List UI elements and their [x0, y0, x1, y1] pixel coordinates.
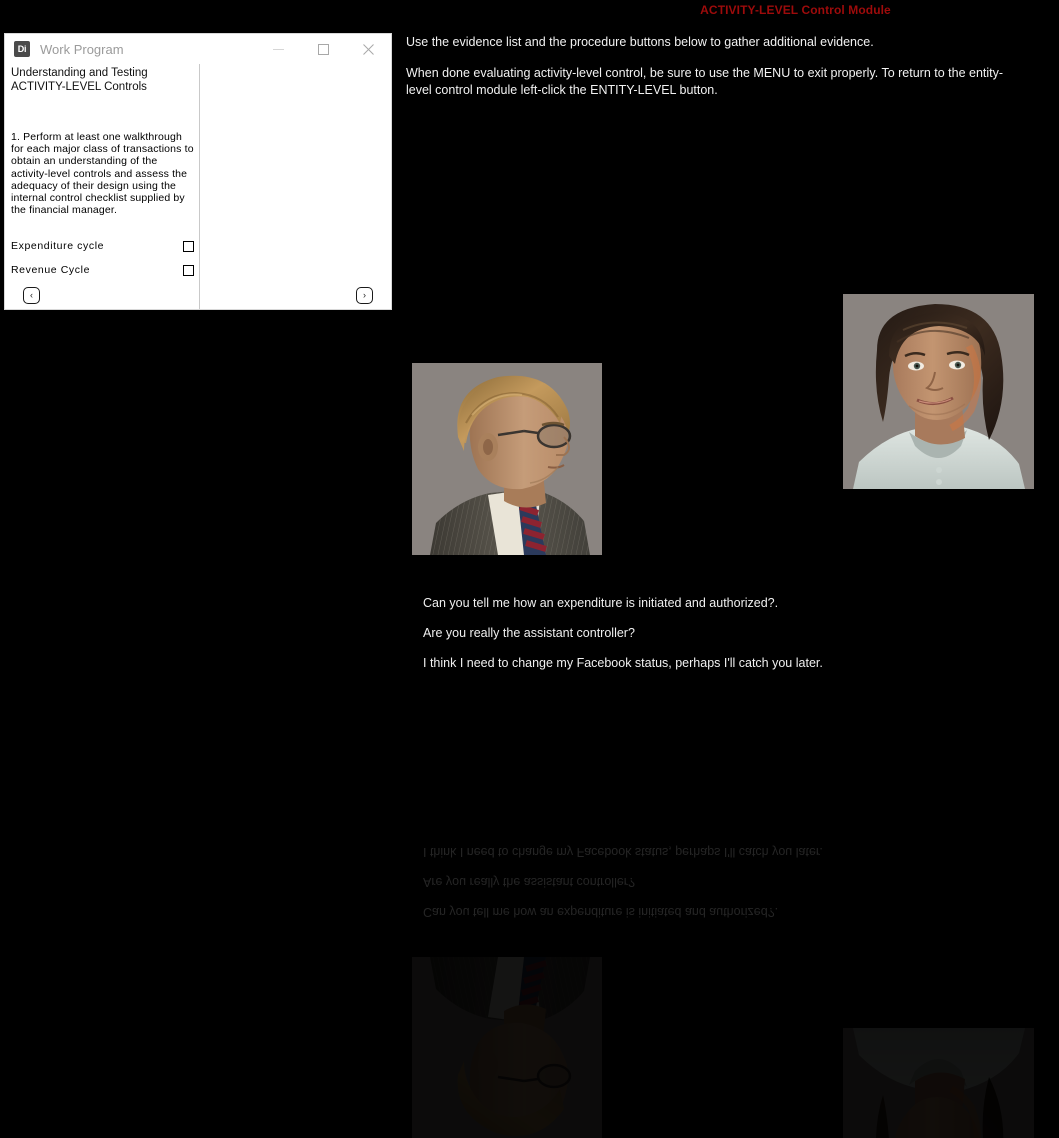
- page-title-text: ACTIVITY-LEVEL Control Module: [700, 3, 891, 17]
- checkbox-revenue-cycle[interactable]: [183, 264, 194, 276]
- dialogue-option-3[interactable]: I think I need to change my Facebook sta…: [423, 656, 853, 671]
- checklist-label-expenditure-cycle: Expenditure cycle: [11, 240, 105, 252]
- work-program-left-pane: Understanding and Testing ACTIVITY-LEVEL…: [5, 64, 200, 309]
- dialogue-option-3-reflection: I think I need to change my Facebook sta…: [423, 845, 823, 859]
- minimize-icon[interactable]: [256, 34, 301, 64]
- portrait-assistant-controller-male-reflection: [412, 957, 602, 1138]
- window-body: Understanding and Testing ACTIVITY-LEVEL…: [5, 64, 391, 309]
- step-number: 1.: [11, 131, 21, 143]
- instructions-block: Use the evidence list and the procedure …: [406, 34, 1024, 99]
- work-program-window[interactable]: Di Work Program Understanding and Testin…: [4, 33, 392, 310]
- dialogue-options-list: Can you tell me how an expenditure is in…: [423, 596, 853, 671]
- previous-page-button[interactable]: ‹: [23, 287, 40, 304]
- dialogue-option-2-reflection: Are you really the assistant controller?: [423, 875, 635, 889]
- close-icon[interactable]: [346, 34, 391, 64]
- director-app-icon: Di: [14, 41, 30, 57]
- maximize-icon[interactable]: [301, 34, 346, 64]
- portrait-assistant-controller-male[interactable]: [412, 363, 602, 555]
- instruction-paragraph-2: When done evaluating activity-level cont…: [406, 66, 1004, 97]
- instruction-paragraph-1: Use the evidence list and the procedure …: [406, 35, 874, 49]
- window-title: Work Program: [40, 41, 124, 57]
- checkbox-expenditure-cycle[interactable]: [183, 240, 194, 252]
- checklist-item-expenditure-cycle[interactable]: Expenditure cycle: [11, 240, 194, 252]
- heading-line-1: Understanding and Testing: [11, 67, 148, 79]
- reflection-inner-male: [412, 957, 602, 1138]
- dialogue-option-2[interactable]: Are you really the assistant controller?: [423, 626, 853, 641]
- dialogue-option-1[interactable]: Can you tell me how an expenditure is in…: [423, 596, 853, 611]
- checklist-item-revenue-cycle[interactable]: Revenue Cycle: [11, 264, 194, 276]
- reflection-inner-female: [843, 1028, 1034, 1138]
- window-controls: [256, 34, 391, 64]
- work-program-step: 1. Perform at least one walkthrough for …: [11, 131, 197, 216]
- portrait-employee-female-reflection: [843, 1028, 1034, 1138]
- window-title-bar[interactable]: Di Work Program: [5, 34, 391, 64]
- work-program-heading: Understanding and Testing ACTIVITY-LEVEL…: [11, 66, 193, 94]
- checklist-label-revenue-cycle: Revenue Cycle: [11, 264, 91, 276]
- dialogue-options-reflection: Can you tell me how an expenditure is in…: [423, 844, 853, 919]
- step-text: Perform at least one walkthrough for eac…: [11, 131, 194, 217]
- heading-line-2: ACTIVITY-LEVEL Controls: [11, 81, 147, 93]
- module-stage: ACTIVITY-LEVEL Control Module Use the ev…: [0, 0, 1059, 1138]
- work-program-right-pane: ›: [200, 64, 391, 309]
- portrait-employee-female[interactable]: [843, 294, 1034, 489]
- page-title: ACTIVITY-LEVEL Control Module: [0, 3, 1059, 17]
- next-page-button[interactable]: ›: [356, 287, 373, 304]
- dialogue-option-1-reflection: Can you tell me how an expenditure is in…: [423, 905, 779, 919]
